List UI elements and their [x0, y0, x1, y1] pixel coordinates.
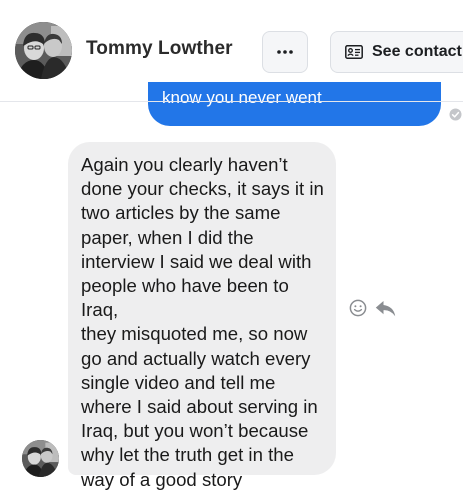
more-horizontal-icon	[277, 50, 293, 54]
reply-icon[interactable]	[375, 300, 396, 317]
see-contact-label: See contact	[372, 43, 462, 60]
outgoing-message-text: know you never went	[162, 88, 322, 107]
see-contact-button[interactable]: See contact	[330, 31, 463, 73]
incoming-message-text: Again you clearly haven’t done your chec…	[81, 154, 324, 490]
contact-card-icon	[345, 45, 363, 59]
sender-photo-icon	[22, 440, 59, 477]
react-icon[interactable]	[349, 299, 367, 317]
more-options-button[interactable]	[262, 31, 308, 73]
outgoing-message-bubble[interactable]: know you never went	[148, 82, 441, 126]
read-indicator-icon	[449, 108, 462, 121]
chat-window: Tommy Lowther See contact know you never…	[0, 0, 463, 503]
sender-avatar[interactable]	[22, 440, 59, 477]
incoming-message-bubble[interactable]: Again you clearly haven’t done your chec…	[68, 142, 336, 490]
contact-name[interactable]: Tommy Lowther	[86, 38, 233, 60]
header-divider	[0, 101, 463, 102]
contact-photo-icon	[15, 22, 72, 79]
contact-avatar[interactable]	[15, 22, 72, 79]
